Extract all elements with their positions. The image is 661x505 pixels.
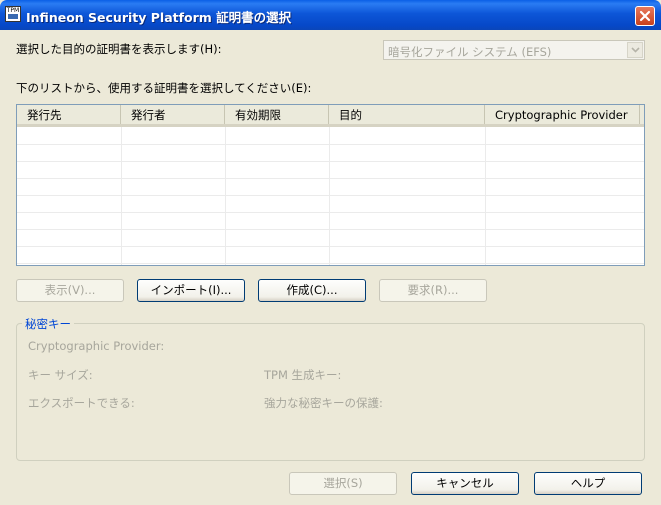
purpose-dropdown-value: 暗号化ファイル システム (EFS) [388,45,552,59]
column-header-expiration[interactable]: 有効期限 [225,105,329,124]
column-header-crypto-provider[interactable]: Cryptographic Provider [485,105,640,124]
close-button[interactable] [635,6,655,26]
help-button[interactable]: ヘルプ [534,472,642,495]
view-button[interactable]: 表示(V)... [16,279,124,302]
purpose-dropdown[interactable]: 暗号化ファイル システム (EFS) [383,40,645,60]
key-size-label: キー サイズ: [28,368,93,382]
chevron-down-icon [631,47,640,53]
dropdown-arrow-button[interactable] [627,42,643,58]
tpm-generated-key-label: TPM 生成キー: [264,368,342,382]
tpm-app-icon: TPM [5,6,21,22]
close-icon [639,10,651,22]
create-button[interactable]: 作成(C)... [258,279,366,302]
title-bar: TPM Infineon Security Platform 証明書の選択 [0,0,661,30]
exportable-label: エクスポートできる: [28,396,135,410]
list-header: 発行先 発行者 有効期限 目的 Cryptographic Provider [17,105,644,127]
purpose-label: 選択した目的の証明書を表示します(H): [16,42,222,56]
column-header-issued-by[interactable]: 発行者 [121,105,225,124]
column-header-issued-to[interactable]: 発行先 [17,105,121,124]
import-button[interactable]: インポート(I)... [137,279,245,302]
strong-protection-label: 強力な秘密キーの保護: [264,396,383,410]
private-key-group-title: 秘密キー [22,316,74,332]
cert-list-label: 下のリストから、使用する証明書を選択してください(E): [16,81,312,95]
window-title: Infineon Security Platform 証明書の選択 [26,10,292,25]
app-icon-label: TPM [6,7,20,14]
column-header-purpose[interactable]: 目的 [329,105,485,124]
certificate-list[interactable]: 発行先 発行者 有効期限 目的 Cryptographic Provider [16,104,645,266]
cancel-button[interactable]: キャンセル [411,472,519,495]
select-button[interactable]: 選択(S) [289,472,397,495]
request-button[interactable]: 要求(R)... [379,279,487,302]
crypto-provider-label: Cryptographic Provider: [28,339,165,353]
